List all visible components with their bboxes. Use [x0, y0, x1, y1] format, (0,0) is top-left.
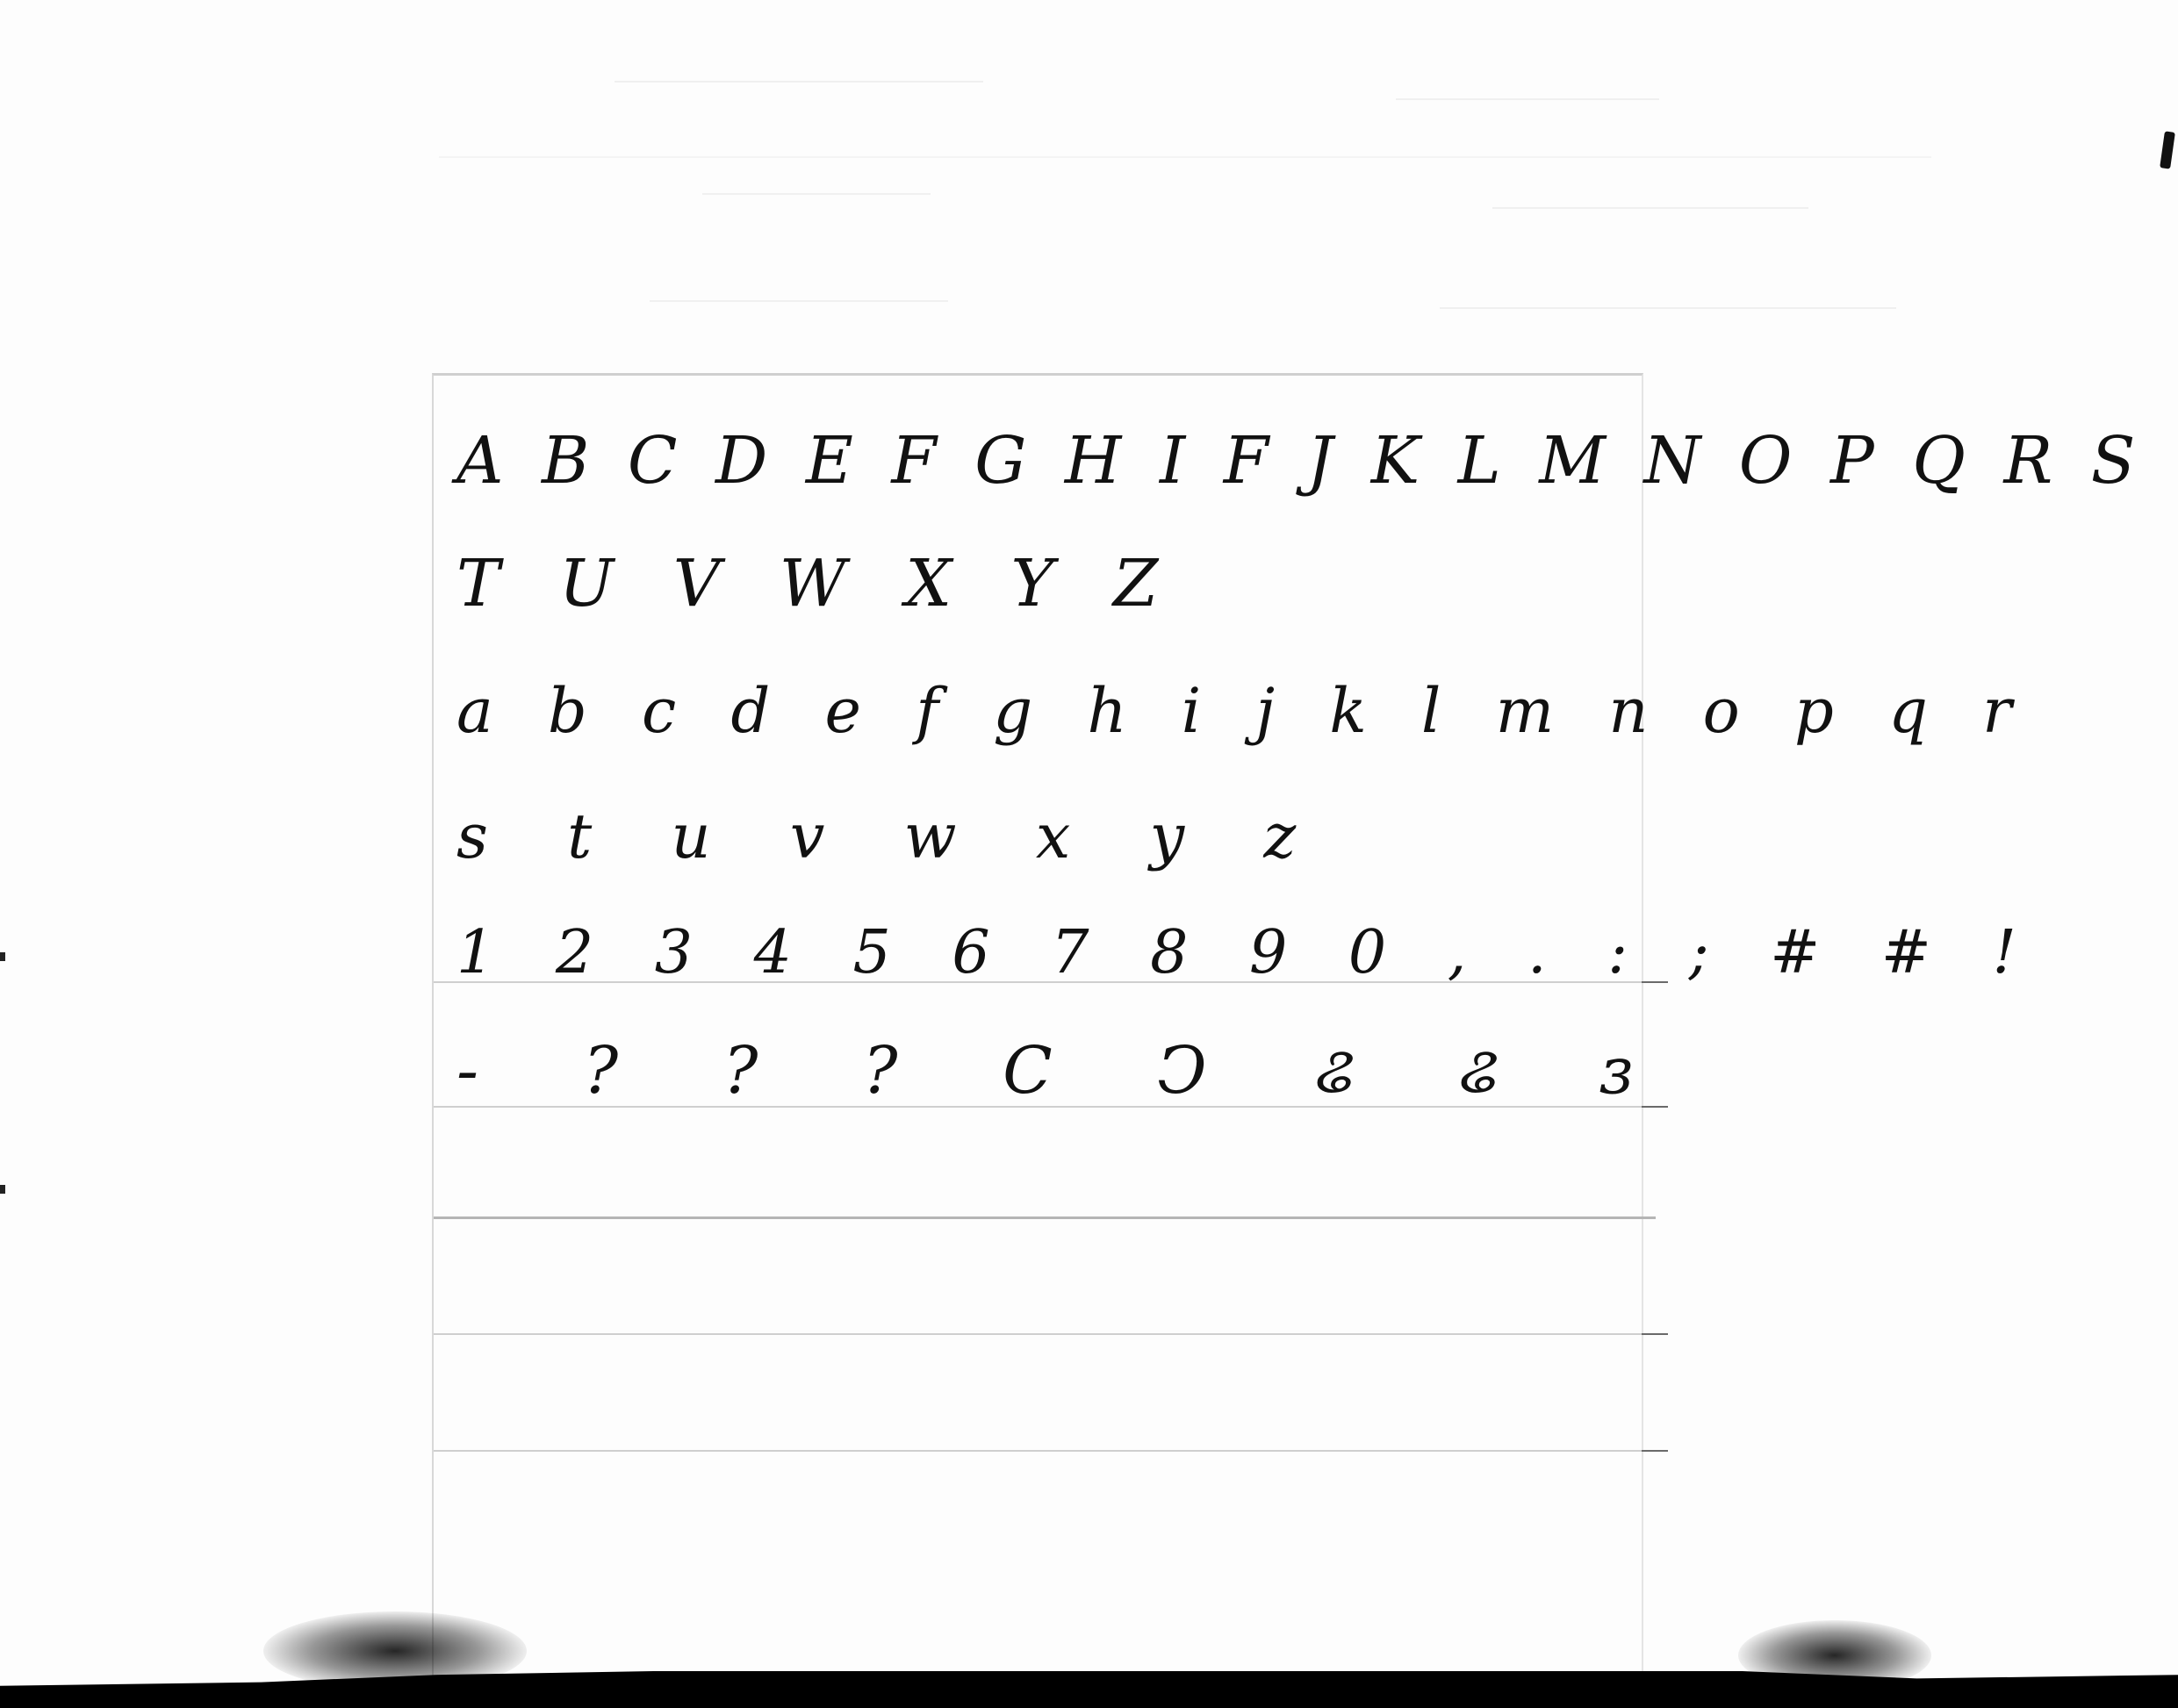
bleed-through-line: [1396, 98, 1659, 100]
bleed-through-line: [1440, 307, 1896, 309]
scan-smudge: [263, 1611, 527, 1690]
handwriting-uppercase-line-2: T U V W X Y Z: [456, 546, 1178, 621]
scan-left-tick: [0, 1185, 5, 1194]
bleed-through-line: [702, 193, 931, 195]
scan-smudge: [1738, 1620, 1931, 1690]
handwriting-lowercase-line-1: a b c d e f g h i j k l m n o p q r: [456, 675, 2030, 747]
ruled-line: [434, 1450, 1668, 1452]
scan-left-tick: [0, 952, 5, 961]
bleed-through-line: [650, 300, 948, 302]
bleed-through-line: [439, 156, 1931, 158]
bleed-through-line: [615, 81, 983, 83]
ruled-line: [434, 1216, 1656, 1219]
handwriting-symbols-line: - ? ? ? C Ↄ ଌ ଌ ɜ: [456, 1033, 1675, 1109]
handwriting-digits-punctuation-line: 1 2 3 4 5 6 7 8 9 0 , . : ; # # !: [456, 918, 2038, 987]
ruled-line: [434, 1333, 1668, 1335]
scanned-page: A B C D E F G H I F J K L M N O P Q R S …: [0, 0, 2178, 1708]
handwriting-lowercase-line-2: s t u v w x y z: [456, 800, 1326, 872]
bleed-through-line: [1492, 207, 1808, 209]
handwriting-uppercase-line-1: A B C D E F G H I F J K L M N O P Q R S: [456, 423, 2145, 499]
scan-edge-mark: [2160, 131, 2175, 169]
